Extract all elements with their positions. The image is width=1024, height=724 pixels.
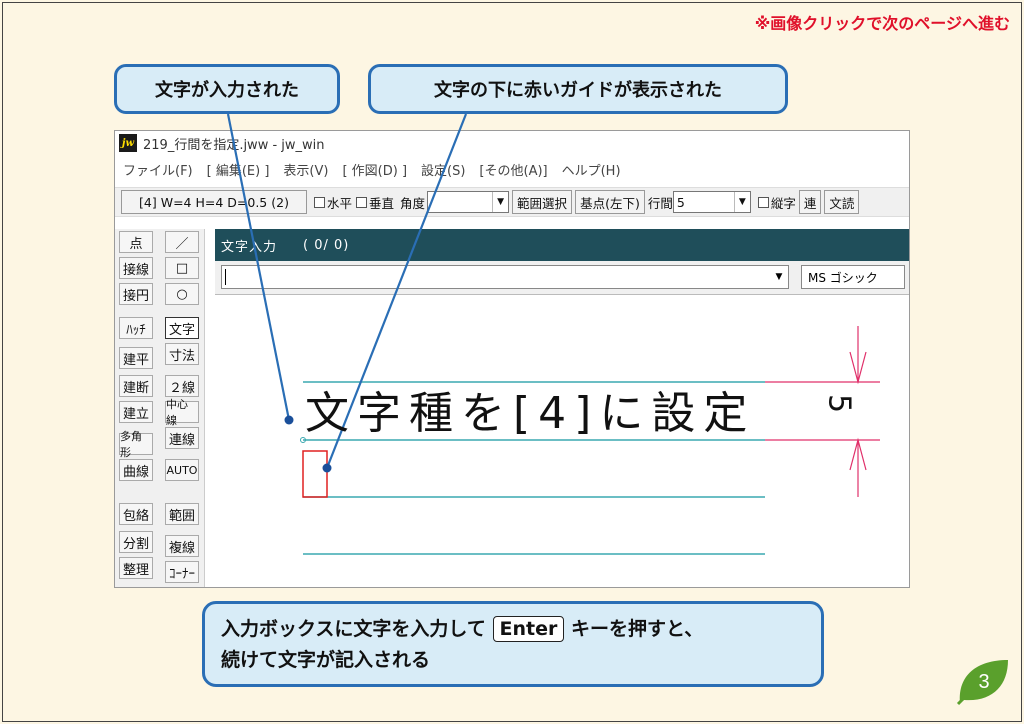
tool-center-line[interactable]: 中心線 bbox=[165, 398, 199, 427]
left-tool-palette: 点 接線 接円 ﾊｯﾁ 建平 建断 建立 多角形 曲線 包絡 分割 整理 ／ □… bbox=[115, 229, 205, 587]
angle-combo[interactable]: ▼ bbox=[427, 191, 510, 213]
dimension-value: 5 bbox=[821, 393, 857, 414]
text-size-button[interactable]: [4] W=4 H=4 D=0.5 (2) bbox=[121, 190, 307, 214]
menu-bar: ファイル(F) [ 編集(E) ] 表示(V) [ 作図(D) ] 設定(S) … bbox=[115, 157, 909, 181]
tool-offset[interactable]: 複線 bbox=[165, 535, 199, 557]
menu-view[interactable]: 表示(V) bbox=[283, 160, 328, 179]
instruction-box: 入力ボックスに文字を入力して Enter キーを押すと、 続けて文字が記入される bbox=[202, 601, 824, 687]
range-select-button[interactable]: 範囲選択 bbox=[512, 190, 573, 214]
tool-text[interactable]: 文字 bbox=[165, 317, 199, 339]
font-select[interactable]: MS ゴシック bbox=[801, 265, 905, 289]
instruction-line-2: 続けて文字が記入される bbox=[221, 649, 431, 671]
tool-curve[interactable]: 曲線 bbox=[119, 459, 153, 481]
horizontal-checkbox[interactable] bbox=[314, 196, 325, 208]
window-title: 219_行間を指定.jww - jw_win bbox=[143, 137, 325, 153]
callout-red-guide-label: 文字の下に赤いガイドが表示された bbox=[434, 80, 722, 101]
tool-polygon[interactable]: 多角形 bbox=[119, 430, 153, 459]
next-page-note[interactable]: ※画像クリックで次のページへ進む bbox=[755, 10, 1010, 34]
text-toolbar: [4] W=4 H=4 D=0.5 (2) 水平 垂直 角度 ▼ 範囲選択 基点… bbox=[115, 187, 909, 217]
line-spacing-combo[interactable]: 5 ▼ bbox=[672, 191, 751, 213]
chevron-down-icon[interactable]: ▼ bbox=[733, 192, 750, 212]
enter-key: Enter bbox=[492, 616, 565, 642]
menu-help[interactable]: ヘルプ(H) bbox=[562, 160, 621, 179]
callout-text-entered-label: 文字が入力された bbox=[155, 80, 299, 101]
jw-win-window: jw 219_行間を指定.jww - jw_win ファイル(F) [ 編集(E… bbox=[114, 130, 910, 588]
callout-text-entered: 文字が入力された bbox=[114, 64, 340, 114]
title-bar: jw 219_行間を指定.jww - jw_win bbox=[115, 131, 909, 155]
base-point-button[interactable]: 基点(左下) bbox=[575, 190, 645, 214]
vertical-text-checkbox[interactable] bbox=[757, 196, 769, 208]
menu-draw[interactable]: [ 作図(D) ] bbox=[342, 160, 407, 179]
vertical-label: 垂直 bbox=[369, 195, 395, 211]
leaf-icon: 3 bbox=[956, 660, 1008, 706]
tool-envelope[interactable]: 包絡 bbox=[119, 503, 153, 525]
text-caret bbox=[225, 269, 226, 285]
tool-divide[interactable]: 分割 bbox=[119, 531, 153, 553]
panel-count: ( 0/ 0) bbox=[303, 237, 350, 253]
menu-file[interactable]: ファイル(F) bbox=[123, 160, 193, 179]
tool-hatch[interactable]: ﾊｯﾁ bbox=[119, 317, 153, 339]
callout-red-guide: 文字の下に赤いガイドが表示された bbox=[368, 64, 788, 114]
tool-circle[interactable]: ○ bbox=[165, 283, 199, 305]
tool-section[interactable]: 建断 bbox=[119, 375, 153, 397]
jw-app-icon: jw bbox=[119, 134, 137, 152]
text-input-panel-header: 文字入力 ( 0/ 0) bbox=[215, 229, 909, 261]
menu-settings[interactable]: 設定(S) bbox=[421, 160, 465, 179]
menu-edit[interactable]: [ 編集(E) ] bbox=[207, 160, 270, 179]
vertical-text-label: 縦字 bbox=[770, 195, 796, 211]
horizontal-label: 水平 bbox=[327, 195, 353, 211]
tool-point[interactable]: 点 bbox=[119, 231, 153, 253]
page-number-badge: 3 bbox=[954, 656, 1012, 706]
read-text-button[interactable]: 文読 bbox=[824, 190, 860, 214]
tool-rectangle[interactable]: □ bbox=[165, 257, 199, 279]
angle-label: 角度 bbox=[400, 195, 426, 211]
menu-other[interactable]: [その他(A)] bbox=[479, 160, 547, 179]
page-number: 3 bbox=[978, 671, 989, 693]
tool-corner[interactable]: ｺｰﾅｰ bbox=[165, 561, 199, 583]
tool-range[interactable]: 範囲 bbox=[165, 503, 199, 525]
tool-arrange[interactable]: 整理 bbox=[119, 557, 153, 579]
vertical-checkbox[interactable] bbox=[356, 196, 368, 208]
tool-connect-line[interactable]: 連線 bbox=[165, 427, 199, 449]
chevron-down-icon[interactable]: ▼ bbox=[770, 266, 788, 288]
tool-tangent[interactable]: 接線 bbox=[119, 257, 153, 279]
tool-elevation[interactable]: 建立 bbox=[119, 401, 153, 423]
tool-plan[interactable]: 建平 bbox=[119, 347, 153, 369]
text-input-field[interactable]: ▼ bbox=[221, 265, 789, 289]
text-input-panel-body: ▼ MS ゴシック bbox=[215, 261, 909, 295]
chevron-down-icon[interactable]: ▼ bbox=[492, 192, 508, 212]
tool-double-line[interactable]: ２線 bbox=[165, 375, 199, 397]
continuous-button[interactable]: 連 bbox=[798, 190, 822, 214]
tool-tangent-circle[interactable]: 接円 bbox=[119, 283, 153, 305]
tool-line[interactable]: ／ bbox=[165, 231, 199, 253]
tool-dimension[interactable]: 寸法 bbox=[165, 343, 199, 365]
canvas-entered-text: 文字種を[4]に設定 bbox=[305, 388, 756, 439]
instruction-line-1: 入力ボックスに文字を入力して Enter キーを押すと、 bbox=[221, 616, 704, 642]
tool-auto[interactable]: AUTO bbox=[165, 459, 199, 481]
panel-title: 文字入力 bbox=[221, 239, 278, 255]
text-input-panel: 文字入力 ( 0/ 0) ▼ MS ゴシック bbox=[215, 229, 909, 297]
line-spacing-label: 行間 bbox=[647, 195, 673, 211]
